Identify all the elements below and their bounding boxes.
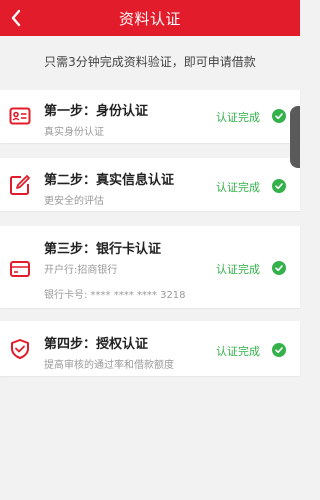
step-title: 第一步：身份认证	[44, 104, 149, 119]
status-label: 认证完成	[216, 181, 260, 194]
status-label: 认证完成	[216, 263, 260, 276]
shield-check-icon	[9, 338, 31, 360]
status-label: 认证完成	[216, 111, 260, 124]
bank-card-icon	[9, 258, 31, 280]
step-title: 第四步：授权认证	[44, 337, 149, 352]
floating-side-tab[interactable]	[290, 106, 300, 168]
check-circle-icon	[272, 261, 286, 275]
edit-icon	[9, 174, 31, 196]
step-card-info[interactable]: 第二步：真实信息认证 更安全的评估 认证完成	[0, 158, 300, 211]
step-title: 第三步：银行卡认证	[44, 242, 162, 257]
notice-text: 只需3分钟完成资料验证，即可申请借款	[44, 54, 256, 69]
page-title: 资料认证	[118, 9, 181, 28]
id-card-icon	[9, 105, 31, 127]
check-circle-icon	[272, 109, 286, 123]
step-card-bank[interactable]: 第三步：银行卡认证 开户行:招商银行 银行卡号: **** **** **** …	[0, 226, 300, 308]
top-bar: 资料认证	[0, 0, 300, 36]
step-card-identity[interactable]: 第一步：身份认证 真实身份认证 认证完成	[0, 90, 300, 143]
step-card-authorization[interactable]: 第四步：授权认证 提高审核的通过率和借款额度 认证完成	[0, 321, 300, 376]
step-title: 第二步：真实信息认证	[44, 173, 175, 188]
check-circle-icon	[272, 179, 286, 193]
bank-name: 开户行:招商银行	[44, 265, 118, 276]
step-description: 更安全的评估	[44, 196, 104, 207]
step-description: 真实身份认证	[44, 127, 104, 138]
card-number: 银行卡号: **** **** **** 3218	[44, 290, 186, 301]
step-description: 提高审核的通过率和借款额度	[44, 360, 174, 371]
status-label: 认证完成	[216, 345, 260, 358]
check-circle-icon	[272, 343, 286, 357]
